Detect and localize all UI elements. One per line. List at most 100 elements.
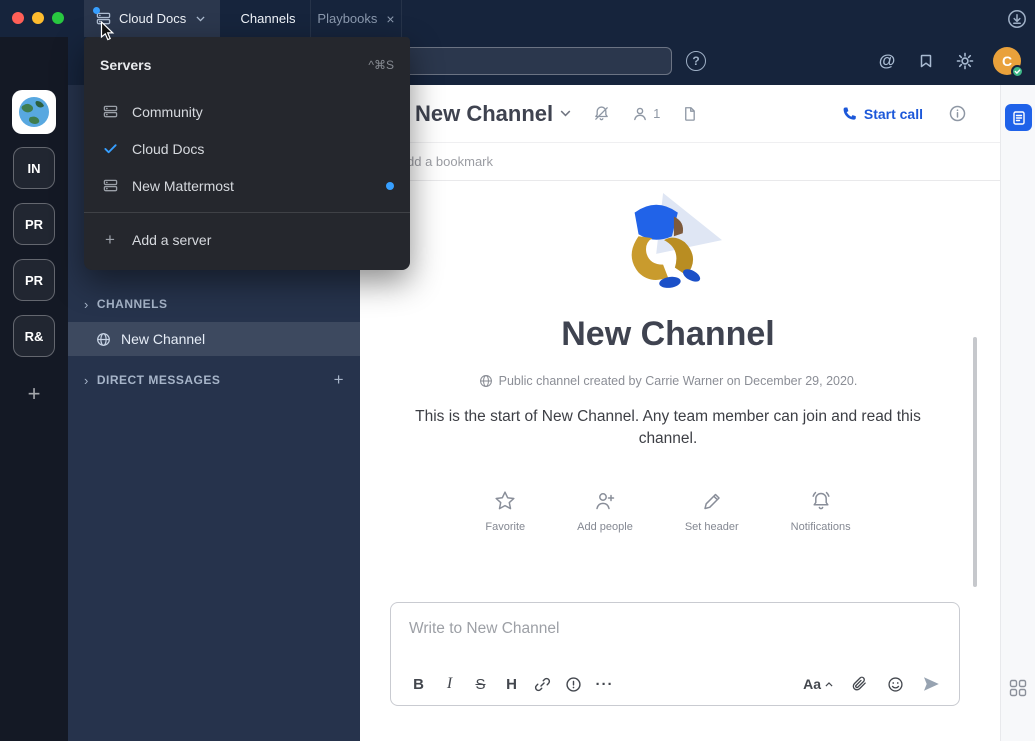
avatar-initial: C xyxy=(1002,53,1012,69)
menu-item-cloud-docs[interactable]: Cloud Docs xyxy=(84,130,410,167)
team-tile-r-and[interactable]: R& xyxy=(13,315,55,357)
titlebar: Cloud Docs Channels Playbooks × xyxy=(0,0,1035,37)
member-count[interactable]: 1 xyxy=(632,106,660,122)
search-input[interactable] xyxy=(380,47,672,75)
tab-channels-label: Channels xyxy=(241,11,296,26)
category-direct-messages[interactable]: › DIRECT MESSAGES + xyxy=(84,366,344,394)
star-icon xyxy=(494,490,516,512)
channel-files-icon[interactable] xyxy=(682,106,697,122)
server-dropdown-tab[interactable]: Cloud Docs xyxy=(84,0,220,37)
italic-button[interactable]: I xyxy=(434,669,465,699)
composer-right-tools: Aa xyxy=(797,669,947,699)
favorite-button[interactable]: Favorite xyxy=(485,490,525,533)
minimize-window-button[interactable] xyxy=(32,12,44,24)
recent-mentions-icon[interactable]: @ xyxy=(876,50,898,72)
app-bar-plugin-icon[interactable] xyxy=(1005,104,1032,131)
help-glyph: ? xyxy=(692,54,699,68)
menu-item-label: Add a server xyxy=(132,232,211,248)
settings-gear-icon[interactable] xyxy=(954,50,976,72)
team-tile-pr-2[interactable]: PR xyxy=(13,259,55,301)
menu-item-label: Cloud Docs xyxy=(132,141,204,157)
notifications-button[interactable]: Notifications xyxy=(791,490,851,533)
channel-description: This is the start of New Channel. Any te… xyxy=(396,406,941,450)
show-formatting-button[interactable]: Aa xyxy=(797,669,839,699)
server-stack-icon xyxy=(100,178,120,193)
action-label: Notifications xyxy=(791,521,851,533)
action-label: Favorite xyxy=(485,521,525,533)
pencil-icon xyxy=(701,490,723,512)
server-rail: IN PR PR R& + xyxy=(0,37,68,741)
plus-icon: + xyxy=(100,230,120,250)
globe-icon xyxy=(96,332,111,347)
message-input[interactable] xyxy=(391,603,959,659)
person-icon xyxy=(632,106,648,122)
heading-button[interactable]: H xyxy=(496,669,527,699)
servers-menu: Servers ^⌘S Community Cloud Docs New Mat… xyxy=(84,37,410,270)
aa-label: Aa xyxy=(803,676,821,692)
user-avatar[interactable]: C xyxy=(993,47,1021,75)
servers-menu-shortcut: ^⌘S xyxy=(368,58,394,72)
apps-grid-icon[interactable] xyxy=(1009,679,1027,697)
channel-name: New Channel xyxy=(121,331,205,347)
formatting-toolbar: B I S H ··· Aa xyxy=(391,663,959,705)
sidebar-item-new-channel[interactable]: New Channel xyxy=(68,322,360,356)
close-window-button[interactable] xyxy=(12,12,24,24)
bold-button[interactable]: B xyxy=(403,669,434,699)
chevron-right-icon: › xyxy=(84,373,89,388)
muted-bell-icon[interactable] xyxy=(593,105,610,122)
channel-info-icon[interactable] xyxy=(949,105,966,122)
server-tab-label: Cloud Docs xyxy=(119,11,186,26)
servers-menu-title: Servers xyxy=(100,57,151,73)
menu-item-community[interactable]: Community xyxy=(84,93,410,130)
category-label: DIRECT MESSAGES xyxy=(97,373,221,387)
help-icon[interactable]: ? xyxy=(686,51,706,71)
team-tile-pr-1[interactable]: PR xyxy=(13,203,55,245)
category-channels[interactable]: › CHANNELS xyxy=(84,290,344,318)
globe-avatar xyxy=(17,95,51,129)
unread-dot xyxy=(93,7,100,14)
channel-intro: New Channel Public channel created by Ca… xyxy=(360,181,976,533)
team-tile-in[interactable]: IN xyxy=(13,147,55,189)
menu-divider xyxy=(84,212,410,213)
saved-posts-icon[interactable] xyxy=(915,50,937,72)
chevron-down-icon[interactable] xyxy=(560,110,571,117)
menu-item-label: New Mattermost xyxy=(132,178,234,194)
tab-channels[interactable]: Channels xyxy=(230,0,306,37)
tab-playbooks[interactable]: Playbooks × xyxy=(310,0,402,37)
attachment-icon[interactable] xyxy=(843,669,875,699)
start-call-label: Start call xyxy=(864,106,923,122)
traffic-lights xyxy=(12,12,64,24)
action-label: Set header xyxy=(685,521,739,533)
close-tab-icon[interactable]: × xyxy=(386,12,394,26)
zoom-window-button[interactable] xyxy=(52,12,64,24)
team-tile-globe[interactable] xyxy=(12,90,56,134)
plus-icon: + xyxy=(28,381,41,407)
start-call-button[interactable]: Start call xyxy=(842,106,923,122)
emoji-icon[interactable] xyxy=(879,669,911,699)
link-icon[interactable] xyxy=(527,669,558,699)
action-label: Add people xyxy=(577,521,633,533)
channel-meta: Public channel created by Carrie Warner … xyxy=(360,374,976,388)
more-formatting-icon[interactable]: ··· xyxy=(589,669,620,699)
menu-item-add-server[interactable]: + Add a server xyxy=(84,221,410,258)
check-icon xyxy=(100,141,120,156)
scrollbar[interactable] xyxy=(973,337,977,587)
strikethrough-button[interactable]: S xyxy=(465,669,496,699)
at-glyph: @ xyxy=(879,51,896,71)
set-header-button[interactable]: Set header xyxy=(685,490,739,533)
chevron-up-icon xyxy=(825,682,833,687)
add-team-button[interactable]: + xyxy=(13,377,55,411)
bell-icon xyxy=(810,490,832,512)
add-bookmark-bar[interactable]: + Add a bookmark xyxy=(360,143,1000,181)
message-composer: B I S H ··· Aa xyxy=(390,602,960,706)
send-message-icon[interactable] xyxy=(915,669,947,699)
team-initials: PR xyxy=(25,217,43,232)
menu-item-new-mattermost[interactable]: New Mattermost xyxy=(84,167,410,204)
download-icon[interactable] xyxy=(1006,8,1028,30)
add-people-button[interactable]: Add people xyxy=(577,490,633,533)
main-content: New Channel 1 Sta xyxy=(360,85,1000,741)
priority-icon[interactable] xyxy=(558,669,589,699)
chevron-right-icon: › xyxy=(84,297,89,312)
add-direct-message-icon[interactable]: + xyxy=(334,370,344,390)
channel-title[interactable]: New Channel xyxy=(415,101,553,127)
